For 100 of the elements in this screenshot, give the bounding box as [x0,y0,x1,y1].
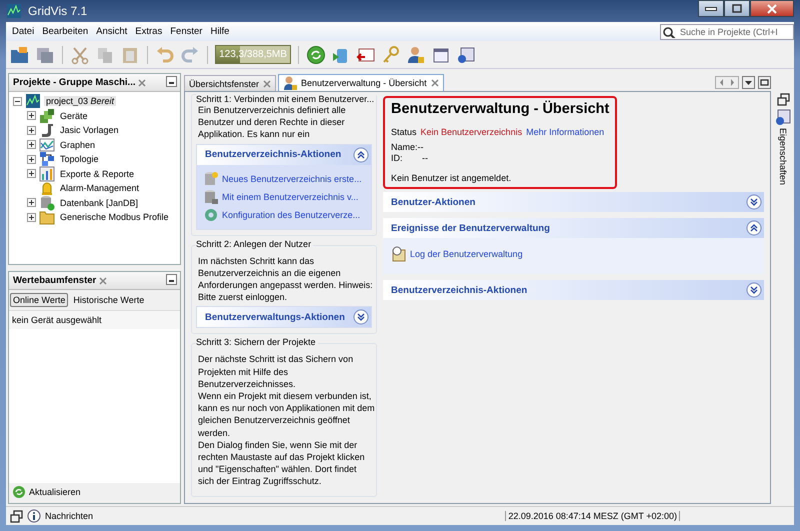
report-icon [39,166,55,182]
step-description: Ein Benutzerverzeichnis definiert alle Benutzer und deren Rechte in dieser Applikation. Es kann nur ein [198,104,347,141]
window-icon[interactable] [456,44,476,64]
messages-button[interactable]: Nachrichten [45,511,94,521]
tree-item[interactable]: Jasic Vorlagen [58,125,121,136]
editor-tab[interactable]: Übersichtsfenster [184,75,276,91]
menu-item[interactable]: Ansicht [92,24,132,39]
minimize-button[interactable] [698,0,724,17]
close-icon[interactable] [138,78,146,86]
panel-title: Wertebaumfenster [13,275,96,286]
expand-icon[interactable] [27,169,36,178]
section-header[interactable]: Ereignisse der Benutzerverwaltung [383,218,764,238]
folder-icon [39,209,55,226]
login-message: Kein Benutzer ist angemeldet. [391,173,512,183]
app-logo-icon [6,3,22,19]
status-value: Kein Benutzerverzeichnis [420,127,522,138]
tree-item[interactable]: project_03 Bereit [44,96,116,106]
action-link[interactable]: Neues Benutzerverzeichnis erste... [222,174,362,184]
section-header[interactable]: Benutzer-Aktionen [383,192,764,212]
step-title: Schritt 1: Verbinden mit einem Benutzerver... [196,94,376,104]
action-link[interactable]: Mit einem Benutzerverzeichnis v... [222,192,358,202]
collapse-icon[interactable] [13,96,22,106]
id-value: -- [422,153,428,164]
expand-icon[interactable] [746,282,762,298]
step-title: Schritt 2: Anlegen der Nutzer [196,238,314,249]
log-link[interactable]: Log der Benutzerverwaltung [410,249,523,259]
menu-item[interactable]: Fenster [166,24,206,39]
section-header[interactable]: Benutzerverzeichnis-Aktionen [383,280,764,300]
close-icon[interactable] [430,79,439,87]
maximize-button[interactable] [724,0,750,17]
database-icon [203,188,219,205]
tab[interactable]: Online Werte [10,293,68,307]
expand-icon[interactable] [746,194,762,210]
menu-item[interactable]: Bearbeiten [38,24,92,39]
maximize-icon[interactable] [758,76,771,88]
step-description: Im nächsten Schritt kann das Benutzerverzeichnis an die eigenen Anforderungen angepasst werden. Hinweis: Bitte zuerst einloggen. [198,254,372,304]
menu-item[interactable]: Hilfe [206,24,234,39]
devices-icon [39,108,55,124]
expand-icon[interactable] [353,309,369,326]
section-header[interactable]: Benutzerverzeichnis-Aktionen [197,144,371,165]
refresh-link[interactable]: Aktualisieren [29,487,81,497]
minimize-icon[interactable] [166,274,177,285]
search-icon [662,26,676,38]
restore-icon[interactable] [10,510,23,522]
database-icon [39,194,55,211]
refresh-icon[interactable] [306,44,326,64]
collapse-icon[interactable] [353,146,369,163]
step-description: Der nächste Schritt ist das Sichern von Projekten mit Hilfe des Benutzerverzeichnisses. Wenn ein Projekt mit diesem verbunden ist, kann es nur noch von Applikationen mit dem gleichen Benutzerverzeichnis geöffnet werden. Den Dialog finden Sie, wenn Sie mit der rechten Maustaste auf das Projekt klicken und "Eigenschaften" wählen. Dort findet sich der Eintrag Zugriffsschutz. [198,353,372,488]
panel-title: Projekte - Gruppe Maschi... [13,77,136,88]
minimize-icon [705,6,717,10]
tree-item[interactable]: Topologie [58,154,101,164]
window-title: GridVis 7.1 [28,4,88,18]
more-info-link[interactable]: Mehr Informationen [526,127,604,138]
user-lock-icon[interactable] [406,44,426,64]
name-value: -- [418,142,424,153]
tree-item[interactable]: Exporte & Reporte [58,168,136,179]
id-label: ID: [391,153,404,164]
overview-title: Benutzerverwaltung - Übersicht [391,100,610,118]
close-icon[interactable] [99,276,108,284]
name-label: Name: [391,142,418,153]
expand-icon[interactable] [27,154,36,164]
minimize-icon[interactable] [166,76,177,87]
close-icon[interactable] [263,80,272,88]
expand-icon[interactable] [27,198,36,208]
script-icon [39,122,55,138]
close-button[interactable] [750,0,794,17]
info-icon [27,509,41,523]
section-header[interactable]: Benutzerverwaltungs-Aktionen [197,307,371,328]
tree-item[interactable]: Generische Modbus Profile [58,212,171,222]
tree-item[interactable]: Geräte [58,110,90,121]
topology-icon [39,151,55,168]
date-time: 22.09.2016 08:47:14 MESZ (GMT +02:00) [505,511,680,521]
refresh-icon [12,485,26,499]
chart-icon [39,136,55,153]
menu-item[interactable]: Extras [131,24,166,39]
search-field[interactable]: Suche in Projekte (Ctrl+I [660,24,794,40]
empty-message: kein Gerät ausgewählt [12,315,102,325]
expand-icon[interactable] [27,126,36,135]
user-icon [283,75,298,91]
menu-item[interactable]: Datei [8,24,38,39]
tree-item[interactable]: Graphen [58,140,98,150]
dropdown-icon[interactable] [742,76,755,88]
editor-tab[interactable]: Benutzerverwaltung - Übersicht [278,74,444,91]
expand-icon[interactable] [27,140,36,150]
status-label: Status [391,127,417,138]
close-icon [765,2,779,14]
tree-item[interactable]: Datenbank [JanDB] [58,198,140,208]
bell-icon [39,180,55,196]
expand-icon[interactable] [27,212,36,222]
tree-item[interactable]: Alarm-Management [58,183,142,194]
step-title: Schritt 3: Sichern der Projekte [196,337,318,348]
restore-icon[interactable] [776,93,790,106]
expand-icon[interactable] [27,111,36,120]
collapse-icon[interactable] [746,220,762,236]
side-tab[interactable]: Eigenschaften [778,128,788,186]
tab[interactable]: Historische Werte [70,293,148,307]
log-icon [391,246,407,262]
database-icon [203,170,219,187]
action-link[interactable]: Konfiguration des Benutzerverze... [222,210,360,220]
open-folder-icon[interactable] [10,44,30,64]
